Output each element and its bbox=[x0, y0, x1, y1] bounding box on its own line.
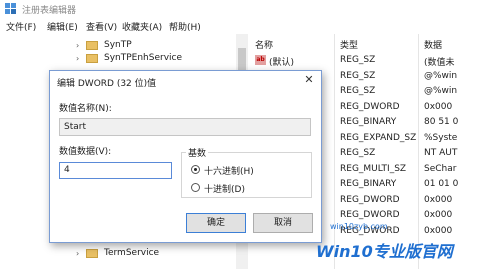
tree-item-syntp[interactable]: › SynTP bbox=[76, 38, 132, 52]
tree-item-label: TermService bbox=[104, 248, 160, 258]
value-data: @%win bbox=[424, 86, 458, 96]
hex-radio[interactable] bbox=[191, 165, 200, 174]
value-name-label: 数值名称(N): bbox=[59, 104, 112, 114]
decimal-radio[interactable] bbox=[191, 183, 200, 192]
watermark-url: win10zyb.com bbox=[330, 222, 388, 231]
menu-file[interactable]: 文件(F) bbox=[6, 20, 36, 33]
menu-view[interactable]: 查看(V) bbox=[86, 20, 117, 33]
value-type: REG_SZ bbox=[340, 148, 376, 158]
folder-icon bbox=[86, 248, 98, 258]
list-item[interactable]: ab (默认) REG_SZ (数值未 bbox=[252, 53, 488, 68]
dialog-title: 编辑 DWORD (32 位)值 bbox=[57, 79, 157, 89]
value-name-field: Start bbox=[59, 118, 311, 136]
expand-arrow-icon[interactable]: › bbox=[76, 54, 86, 63]
tree-item-termservice[interactable]: › TermService bbox=[76, 246, 159, 260]
value-data: 0x000 bbox=[424, 102, 453, 112]
value-data: %Syste bbox=[424, 133, 458, 143]
value-data: @%win bbox=[424, 71, 458, 81]
value-type: REG_SZ bbox=[340, 86, 376, 96]
column-header-type[interactable]: 类型 bbox=[340, 38, 358, 52]
decimal-radio-label[interactable]: 十进制(D) bbox=[204, 182, 245, 195]
hex-radio-label[interactable]: 十六进制(H) bbox=[204, 164, 254, 177]
value-data: (数值未 bbox=[424, 58, 455, 68]
menu-favorites[interactable]: 收藏夹(A) bbox=[122, 20, 162, 33]
value-data-label: 数值数据(V): bbox=[59, 147, 112, 157]
value-data: 0x000 bbox=[424, 226, 453, 236]
tree-item-label: SynTP bbox=[104, 40, 132, 50]
column-header-name[interactable]: 名称 bbox=[255, 38, 273, 52]
base-group-label: 基数 bbox=[186, 146, 209, 159]
cancel-button[interactable]: 取消 bbox=[253, 213, 313, 233]
menu-bar: 文件(F) 编辑(E) 查看(V) 收藏夹(A) 帮助(H) bbox=[0, 18, 488, 34]
value-type: REG_SZ bbox=[340, 55, 376, 65]
value-type: REG_BINARY bbox=[340, 117, 397, 127]
expand-arrow-icon[interactable]: › bbox=[76, 41, 86, 50]
value-type: REG_MULTI_SZ bbox=[340, 164, 407, 174]
watermark-logo: Win10专业版官网 bbox=[316, 242, 453, 261]
value-type: REG_DWORD bbox=[340, 210, 400, 220]
value-data: SeChar bbox=[424, 164, 457, 174]
value-type: REG_BINARY bbox=[340, 179, 397, 189]
folder-icon bbox=[86, 40, 98, 50]
value-type: REG_EXPAND_SZ bbox=[340, 133, 417, 143]
ok-button[interactable]: 确定 bbox=[186, 213, 246, 233]
close-icon[interactable]: ✕ bbox=[301, 73, 317, 87]
expand-arrow-icon[interactable]: › bbox=[76, 249, 86, 258]
value-data: NT AUT bbox=[424, 148, 458, 158]
menu-edit[interactable]: 编辑(E) bbox=[47, 20, 78, 33]
value-name: (默认) bbox=[269, 58, 295, 68]
tree-item-label: SynTPEnhService bbox=[104, 53, 183, 63]
value-data-input[interactable]: 4 bbox=[59, 162, 172, 179]
title-bar: 注册表编辑器 bbox=[0, 0, 488, 18]
string-value-icon: ab bbox=[255, 55, 266, 65]
value-data: 0x000 bbox=[424, 210, 453, 220]
menu-help[interactable]: 帮助(H) bbox=[169, 20, 201, 33]
value-type: REG_SZ bbox=[340, 71, 376, 81]
value-type: REG_DWORD bbox=[340, 195, 400, 205]
value-data: 01 01 0 bbox=[424, 179, 459, 189]
edit-dword-dialog: 编辑 DWORD (32 位)值 ✕ 数值名称(N): Start 数值数据(V… bbox=[49, 70, 322, 243]
folder-icon bbox=[86, 53, 98, 63]
window-title: 注册表编辑器 bbox=[22, 6, 77, 16]
registry-app-icon bbox=[5, 3, 17, 15]
value-type: REG_DWORD bbox=[340, 102, 400, 112]
value-data: 0x000 bbox=[424, 195, 453, 205]
tree-item-syntpenhservice[interactable]: › SynTPEnhService bbox=[76, 51, 182, 65]
column-header-data[interactable]: 数据 bbox=[424, 38, 442, 52]
value-data: 80 51 0 bbox=[424, 117, 459, 127]
